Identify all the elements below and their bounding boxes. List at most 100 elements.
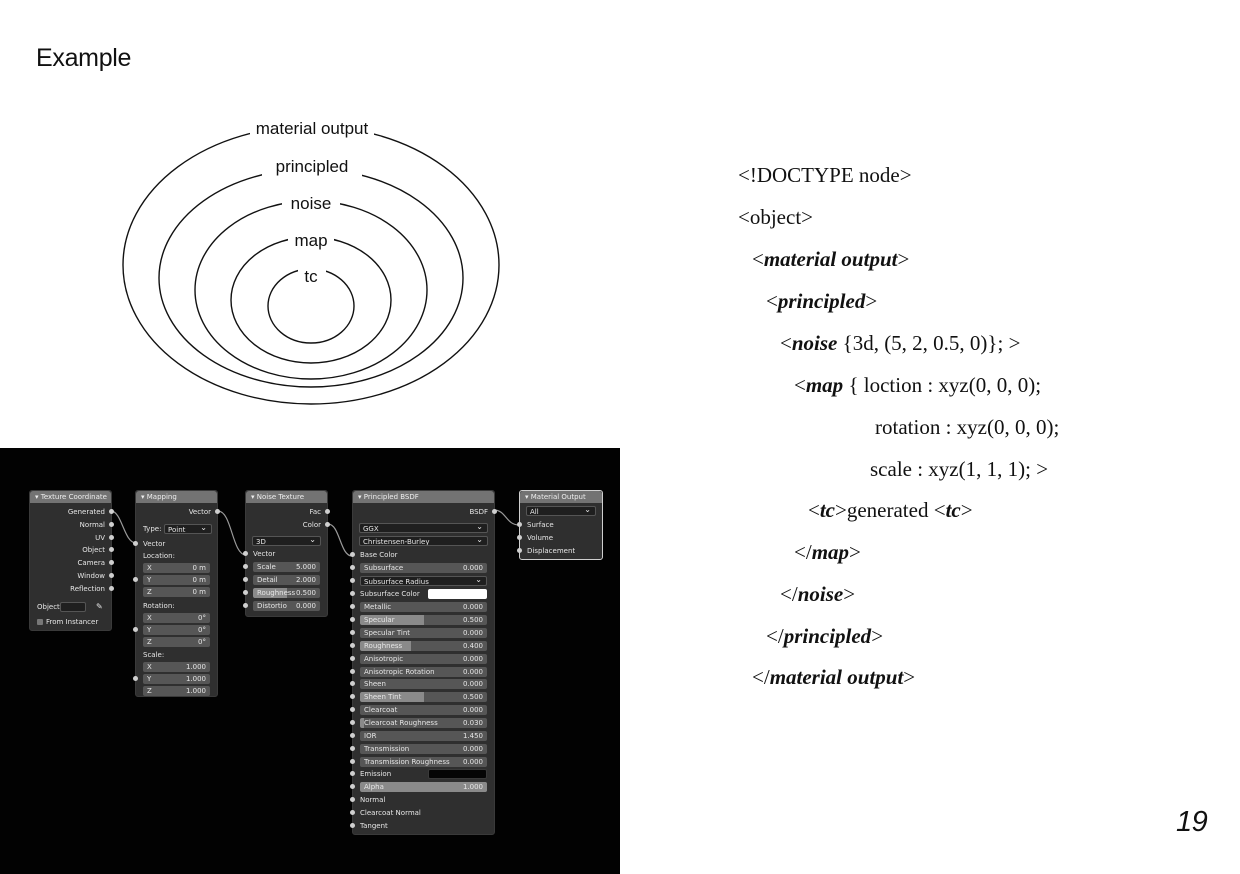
node-editor[interactable]: ▾ Texture Coordinate Generated Normal UV… [0, 448, 620, 874]
color-swatch[interactable] [428, 589, 487, 599]
socket[interactable] [243, 577, 248, 582]
type-select[interactable]: Type: Point [136, 523, 217, 535]
rotation-z[interactable]: Z 0° [136, 636, 217, 648]
output-object[interactable]: Object [30, 544, 114, 556]
input-tangent[interactable]: Tangent [350, 820, 494, 832]
socket[interactable] [350, 745, 355, 751]
output-fac[interactable]: Fac [246, 506, 330, 518]
input-transmission-roughness[interactable]: Transmission Roughness 0.000 [350, 756, 494, 768]
input-clearcoat-roughness[interactable]: Clearcoat Roughness 0.030 [350, 717, 494, 729]
socket[interactable] [350, 810, 355, 815]
input-clearcoat[interactable]: Clearcoat 0.000 [350, 704, 494, 716]
output-normal[interactable]: Normal [30, 519, 114, 531]
socket[interactable] [109, 586, 114, 591]
checkbox-icon[interactable] [37, 619, 43, 625]
socket[interactable] [350, 578, 355, 583]
socket[interactable] [350, 604, 355, 609]
socket[interactable] [133, 627, 138, 632]
input-subsurface-color[interactable]: Subsurface Color [350, 588, 494, 600]
socket[interactable] [350, 733, 355, 738]
output-color[interactable]: Color [246, 519, 330, 531]
rotation-x[interactable]: X 0° [136, 612, 217, 624]
principled-bsdf-node[interactable]: ▾ Principled BSDF BSDF GGX Christensen-B… [350, 490, 497, 835]
socket[interactable] [350, 771, 355, 776]
input-subsurface[interactable]: Subsurface 0.000 [350, 562, 494, 574]
input-metallic[interactable]: Metallic 0.000 [350, 601, 494, 613]
from-instancer-checkbox[interactable]: From Instancer [30, 616, 111, 628]
input-base-color[interactable]: Base Color [350, 549, 494, 561]
node-header[interactable]: ▾ Noise Texture [246, 491, 327, 503]
socket[interactable] [350, 720, 355, 726]
param-distortion[interactable]: Distortio 0.000 [243, 600, 327, 612]
input-vector[interactable]: Vector [243, 548, 327, 560]
socket[interactable] [517, 522, 522, 527]
input-vector[interactable]: Vector [133, 538, 217, 550]
type-dropdown[interactable]: Point [164, 524, 212, 534]
socket[interactable] [133, 577, 138, 582]
socket[interactable] [350, 616, 355, 622]
target-select[interactable]: All [520, 505, 602, 517]
rotation-y[interactable]: Y 0° [133, 624, 217, 636]
input-sheen[interactable]: Sheen 0.000 [350, 678, 494, 690]
socket[interactable] [350, 707, 355, 713]
target-dropdown[interactable]: All [526, 506, 596, 516]
location-y[interactable]: Y0 m [133, 574, 217, 586]
location-x[interactable]: X0 m [136, 562, 217, 574]
socket[interactable] [350, 552, 355, 557]
output-bsdf[interactable]: BSDF [353, 506, 497, 518]
socket[interactable] [350, 591, 355, 596]
socket[interactable] [517, 548, 522, 553]
socket[interactable] [325, 509, 330, 514]
dimension-dropdown[interactable]: 3D [252, 536, 321, 546]
input-roughness[interactable]: Roughness 0.400 [350, 640, 494, 652]
socket[interactable] [109, 573, 114, 578]
input-ior[interactable]: IOR 1.450 [350, 730, 494, 742]
socket[interactable] [350, 823, 355, 828]
output-vector[interactable]: Vector [136, 506, 220, 518]
subsurface-method-dropdown[interactable]: Christensen-Burley [359, 536, 488, 546]
input-specular-tint[interactable]: Specular Tint 0.000 [350, 627, 494, 639]
input-emission[interactable]: Emission [350, 768, 494, 780]
socket[interactable] [350, 784, 355, 789]
material-output-node[interactable]: ▾ Material Output All Surface Volume Dis… [517, 490, 603, 560]
subsurface-method-select[interactable]: Christensen-Burley [353, 535, 494, 547]
scale-y[interactable]: Y 1.000 [133, 673, 217, 685]
object-field[interactable] [60, 602, 86, 612]
texture-coordinate-node[interactable]: ▾ Texture Coordinate Generated Normal UV… [29, 490, 114, 631]
socket[interactable] [215, 509, 220, 514]
socket[interactable] [350, 797, 355, 802]
input-anisotropic-rotation[interactable]: Anisotropic Rotation 0.000 [350, 666, 494, 678]
socket[interactable] [517, 535, 522, 540]
socket[interactable] [492, 509, 497, 514]
eyedropper-icon[interactable]: ✎ [96, 601, 103, 613]
location-z[interactable]: Z0 m [136, 586, 217, 598]
color-swatch[interactable] [428, 769, 487, 779]
socket[interactable] [243, 564, 248, 569]
socket[interactable] [350, 565, 355, 570]
param-detail[interactable]: Detail 2.000 [243, 574, 327, 586]
socket[interactable] [350, 668, 355, 674]
socket[interactable] [350, 758, 355, 764]
param-scale[interactable]: Scale 5.000 [243, 561, 327, 573]
input-specular[interactable]: Specular 0.500 [350, 614, 494, 626]
input-alpha[interactable]: Alpha 1.000 [350, 781, 494, 793]
node-header[interactable]: ▾ Principled BSDF [353, 491, 494, 503]
socket[interactable] [109, 522, 114, 527]
socket[interactable] [350, 655, 355, 661]
scale-z[interactable]: Z 1.000 [136, 685, 217, 697]
distribution-dropdown[interactable]: GGX [359, 523, 488, 533]
input-surface[interactable]: Surface [517, 519, 602, 531]
distribution-select[interactable]: GGX [353, 522, 494, 534]
node-header[interactable]: ▾ Mapping [136, 491, 217, 503]
socket[interactable] [109, 560, 114, 565]
node-header[interactable]: ▾ Material Output [520, 491, 602, 503]
input-sheen-tint[interactable]: Sheen Tint 0.500 [350, 691, 494, 703]
node-header[interactable]: ▾ Texture Coordinate [30, 491, 111, 503]
output-uv[interactable]: UV [30, 532, 114, 544]
socket[interactable] [133, 541, 138, 546]
input-anisotropic[interactable]: Anisotropic 0.000 [350, 653, 494, 665]
output-window[interactable]: Window [30, 570, 114, 582]
input-clearcoat-normal[interactable]: Clearcoat Normal [350, 807, 494, 819]
input-subsurface-radius[interactable]: Subsurface Radius [350, 575, 494, 587]
noise-texture-node[interactable]: ▾ Noise Texture Fac Color 3D Vector Scal… [243, 490, 330, 617]
